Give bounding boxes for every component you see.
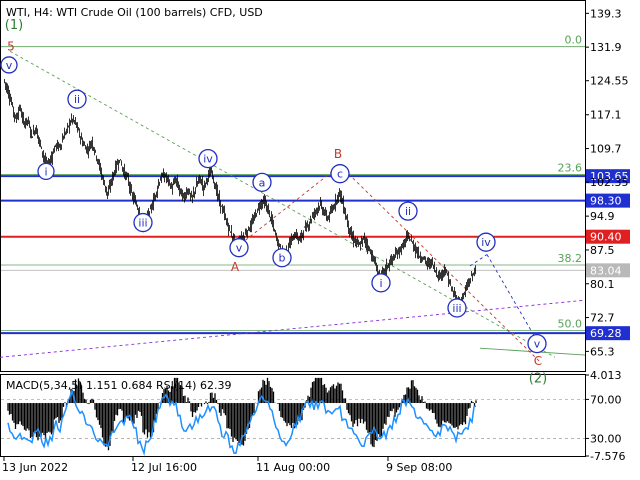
wave-label: ii xyxy=(74,93,80,106)
price-tick-label: 124.55 xyxy=(590,75,629,88)
indicator-tick-label: 70.00 xyxy=(590,393,622,406)
wave-label: i xyxy=(44,165,47,178)
fib-label: 23.6 xyxy=(558,162,583,175)
wave-label: B xyxy=(334,147,342,161)
wave-label: (2) xyxy=(529,371,547,386)
price-tick-label: 87.5 xyxy=(590,244,615,257)
wave-label: iv xyxy=(203,153,213,166)
wave-label: a xyxy=(259,176,266,189)
wave-label: iv xyxy=(481,236,491,249)
fib-label: 0.0 xyxy=(565,34,583,47)
wave-label: i xyxy=(379,277,382,290)
chart-title: WTI, H4: WTI Crude Oil (100 barrels) CFD… xyxy=(6,6,263,19)
level-price-label: 98.30 xyxy=(590,195,622,208)
indicator-tick-label: 30.00 xyxy=(590,432,622,445)
level-price-label: 69.28 xyxy=(590,327,622,340)
indicator-title: MACD(5,34,5) 1.151 0.684 RSI(14) 62.39 xyxy=(6,379,231,392)
wave-label: b xyxy=(279,252,286,265)
wave-label: ii xyxy=(405,205,411,218)
wave-label: v xyxy=(534,338,541,351)
wave-label: A xyxy=(231,260,240,274)
wave-label: v xyxy=(236,242,243,255)
wave-label: c xyxy=(337,168,343,181)
level-price-label: 90.40 xyxy=(590,231,622,244)
fib-label: 38.2 xyxy=(558,252,583,265)
wave-label: (1) xyxy=(5,18,23,33)
chart: 0.023.638.250.0 103.6598.3090.4083.0469.… xyxy=(0,0,640,480)
level-price-label: 83.04 xyxy=(590,264,622,277)
price-tick-label: 102.35 xyxy=(590,176,629,189)
indicator-tick-label: -7.576 xyxy=(590,450,625,463)
wave-label: iii xyxy=(138,217,147,230)
price-tick-label: 109.7 xyxy=(590,143,622,156)
fib-label: 50.0 xyxy=(558,317,583,330)
time-tick-label: 13 Jun 2022 xyxy=(2,461,68,474)
wave-label: C xyxy=(534,354,542,368)
price-tick-label: 131.9 xyxy=(590,41,622,54)
time-tick-label: 9 Sep 08:00 xyxy=(386,461,452,474)
price-tick-label: 72.7 xyxy=(590,312,615,325)
price-tick-label: 117.1 xyxy=(590,109,622,122)
indicator-tick-label: 4.013 xyxy=(590,369,622,382)
wave-label: 5 xyxy=(7,40,15,54)
price-tick-label: 139.3 xyxy=(590,7,622,20)
price-tick-label: 65.3 xyxy=(590,345,615,358)
time-tick-label: 11 Aug 00:00 xyxy=(256,461,330,474)
price-tick-label: 94.9 xyxy=(590,210,615,223)
time-tick-label: 12 Jul 16:00 xyxy=(131,461,197,474)
wave-label: iii xyxy=(452,302,461,315)
wave-label: v xyxy=(6,59,13,72)
price-tick-label: 80.1 xyxy=(590,278,615,291)
